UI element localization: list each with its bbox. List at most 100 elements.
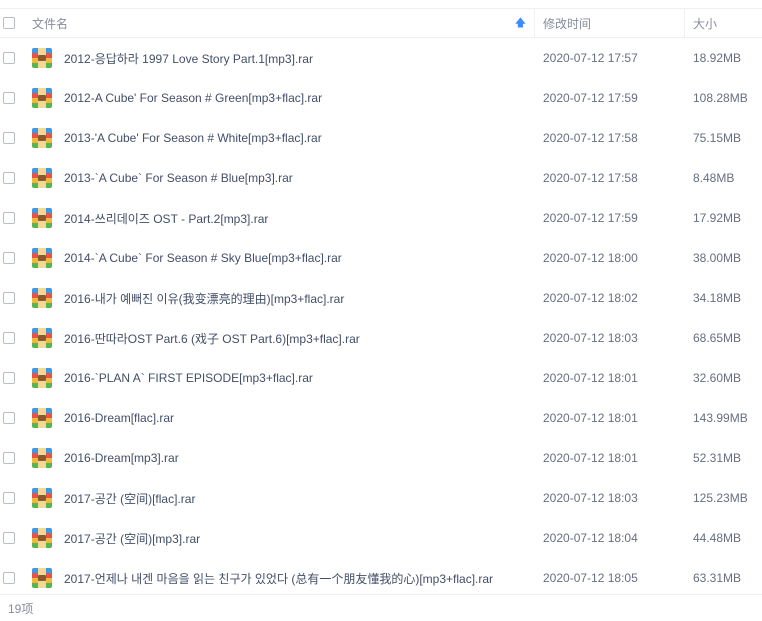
file-row-checkbox[interactable] — [3, 212, 15, 224]
file-name[interactable]: 2012-A Cube' For Season # Green[mp3+flac… — [57, 91, 535, 105]
file-row-check-cell — [0, 572, 32, 584]
file-row[interactable]: 2012-응답하라 1997 Love Story Part.1[mp3].ra… — [0, 38, 762, 78]
file-icon-cell — [32, 328, 57, 348]
file-row-check-cell — [0, 212, 32, 224]
file-row-checkbox[interactable] — [3, 532, 15, 544]
file-row-checkbox[interactable] — [3, 132, 15, 144]
file-size: 68.65MB — [693, 331, 742, 345]
file-name[interactable]: 2017-공간 (空间)[mp3].rar — [57, 530, 535, 547]
file-modified-time: 2020-07-12 18:04 — [543, 531, 638, 545]
file-name[interactable]: 2016-내가 예뻐진 이유(我变漂亮的理由)[mp3+flac].rar — [57, 290, 535, 307]
file-name[interactable]: 2014-쓰리데이즈 OST - Part.2[mp3].rar — [57, 210, 535, 227]
column-header-name-label: 文件名 — [32, 16, 69, 31]
rar-archive-icon — [32, 248, 52, 268]
file-row[interactable]: 2016-딴따라OST Part.6 (戏子 OST Part.6)[mp3+f… — [0, 318, 762, 358]
arrow-up-icon[interactable]: 🡅 — [515, 14, 526, 33]
file-row-checkbox[interactable] — [3, 52, 15, 64]
file-row[interactable]: 2013-`A Cube` For Season # Blue[mp3].rar… — [0, 158, 762, 198]
file-modified-time: 2020-07-12 17:58 — [543, 171, 638, 185]
file-row-check-cell — [0, 52, 32, 64]
file-icon-cell — [32, 448, 57, 468]
file-row-checkbox[interactable] — [3, 172, 15, 184]
file-size: 8.48MB — [693, 171, 735, 185]
file-row-checkbox[interactable] — [3, 452, 15, 464]
file-row-checkbox[interactable] — [3, 372, 15, 384]
file-name[interactable]: 2012-응답하라 1997 Love Story Part.1[mp3].ra… — [57, 50, 535, 67]
file-row[interactable]: 2016-`PLAN A` FIRST EPISODE[mp3+flac].ra… — [0, 358, 762, 398]
rar-archive-icon — [32, 48, 52, 68]
file-name[interactable]: 2014-`A Cube` For Season # Sky Blue[mp3+… — [57, 251, 535, 265]
file-icon-cell — [32, 48, 57, 68]
file-row[interactable]: 2013-'A Cube' For Season # White[mp3+fla… — [0, 118, 762, 158]
select-all-checkbox[interactable] — [3, 17, 15, 29]
file-row-check-cell — [0, 372, 32, 384]
file-size: 32.60MB — [693, 371, 742, 385]
column-header-time-label: 修改时间 — [543, 16, 592, 31]
file-size: 52.31MB — [693, 451, 742, 465]
rar-archive-icon — [32, 168, 52, 188]
file-list-header: 文件名 🡅 修改时间 大小 — [0, 8, 762, 38]
file-icon-cell — [32, 248, 57, 268]
file-size: 125.23MB — [693, 491, 748, 505]
file-modified-time: 2020-07-12 18:00 — [543, 251, 638, 265]
file-row[interactable]: 2012-A Cube' For Season # Green[mp3+flac… — [0, 78, 762, 118]
file-row-checkbox[interactable] — [3, 492, 15, 504]
file-modified-time: 2020-07-12 18:03 — [543, 331, 638, 345]
rar-archive-icon — [32, 328, 52, 348]
file-name[interactable]: 2013-`A Cube` For Season # Blue[mp3].rar — [57, 171, 535, 185]
rar-archive-icon — [32, 88, 52, 108]
file-name[interactable]: 2016-Dream[mp3].rar — [57, 451, 535, 465]
file-icon-cell — [32, 128, 57, 148]
rar-archive-icon — [32, 128, 52, 148]
rar-archive-icon — [32, 568, 52, 588]
file-name[interactable]: 2013-'A Cube' For Season # White[mp3+fla… — [57, 131, 535, 145]
rar-archive-icon — [32, 208, 52, 228]
file-row[interactable]: 2017-공간 (空间)[flac].rar 2020-07-12 18:03 12… — [0, 478, 762, 518]
file-row-checkbox[interactable] — [3, 412, 15, 424]
file-icon-cell — [32, 568, 57, 588]
file-row-checkbox[interactable] — [3, 332, 15, 344]
file-row-check-cell — [0, 252, 32, 264]
file-size: 18.92MB — [693, 51, 742, 65]
file-row[interactable]: 2017-공간 (空间)[mp3].rar 2020-07-12 18:04 44.… — [0, 518, 762, 558]
file-size: 108.28MB — [693, 91, 748, 105]
file-row-check-cell — [0, 412, 32, 424]
file-size: 38.00MB — [693, 251, 742, 265]
rar-archive-icon — [32, 288, 52, 308]
file-modified-time: 2020-07-12 18:01 — [543, 451, 638, 465]
file-size: 75.15MB — [693, 131, 742, 145]
file-row-checkbox[interactable] — [3, 92, 15, 104]
status-bar: 19项 — [0, 594, 762, 621]
file-modified-time: 2020-07-12 17:57 — [543, 51, 638, 65]
file-name[interactable]: 2016-`PLAN A` FIRST EPISODE[mp3+flac].ra… — [57, 371, 535, 385]
file-name[interactable]: 2017-공간 (空间)[flac].rar — [57, 490, 535, 507]
file-name[interactable]: 2016-Dream[flac].rar — [57, 411, 535, 425]
file-icon-cell — [32, 528, 57, 548]
rar-archive-icon — [32, 528, 52, 548]
file-row[interactable]: 2016-내가 예뻐진 이유(我变漂亮的理由)[mp3+flac].rar 202… — [0, 278, 762, 318]
file-name[interactable]: 2017-언제나 내겐 마음을 읽는 친구가 있었다 (总有一个朋友懂我的心)[… — [57, 570, 535, 587]
file-icon-cell — [32, 88, 57, 108]
item-count: 19项 — [8, 601, 34, 616]
file-row[interactable]: 2017-언제나 내겐 마음을 읽는 친구가 있었다 (总有一个朋友懂我的心)[… — [0, 558, 762, 598]
select-all-cell — [0, 17, 32, 29]
column-header-size[interactable]: 大小 — [685, 9, 762, 37]
rar-archive-icon — [32, 408, 52, 428]
file-name[interactable]: 2016-딴따라OST Part.6 (戏子 OST Part.6)[mp3+f… — [57, 330, 535, 347]
column-header-name[interactable]: 文件名 🡅 — [32, 9, 535, 37]
file-row[interactable]: 2016-Dream[flac].rar 2020-07-12 18:01 143.… — [0, 398, 762, 438]
file-row[interactable]: 2014-쓰리데이즈 OST - Part.2[mp3].rar 2020-07-… — [0, 198, 762, 238]
file-size: 44.48MB — [693, 531, 742, 545]
file-row-checkbox[interactable] — [3, 292, 15, 304]
file-modified-time: 2020-07-12 17:59 — [543, 91, 638, 105]
file-list: 文件名 🡅 修改时间 大小 2012-응답하라 1997 Love Story … — [0, 8, 762, 598]
file-size: 17.92MB — [693, 211, 742, 225]
file-row[interactable]: 2016-Dream[mp3].rar 2020-07-12 18:01 52.31… — [0, 438, 762, 478]
file-row-checkbox[interactable] — [3, 572, 15, 584]
file-icon-cell — [32, 288, 57, 308]
file-modified-time: 2020-07-12 18:02 — [543, 291, 638, 305]
file-modified-time: 2020-07-12 17:59 — [543, 211, 638, 225]
file-row[interactable]: 2014-`A Cube` For Season # Sky Blue[mp3+… — [0, 238, 762, 278]
column-header-time[interactable]: 修改时间 — [535, 9, 685, 37]
file-row-checkbox[interactable] — [3, 252, 15, 264]
